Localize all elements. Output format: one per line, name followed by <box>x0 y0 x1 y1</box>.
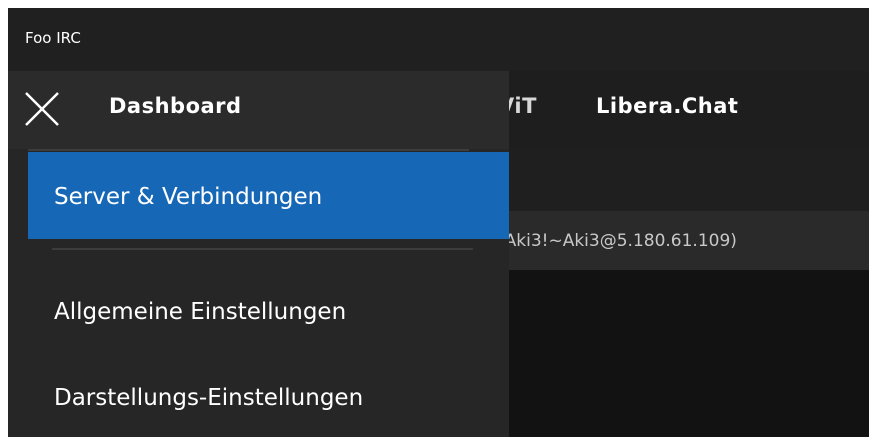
menu-item-label: Server & Verbindungen <box>54 184 323 210</box>
menu-item-label: Darstellungs-Einstellungen <box>54 385 364 411</box>
user-host-text: (Aki3!~Aki3@5.180.61.109) <box>498 231 737 251</box>
menu-divider <box>52 248 473 250</box>
settings-menu-flyout: Dashboard Server & Verbindungen Allgemei… <box>8 71 509 437</box>
menu-title: Dashboard <box>109 94 242 118</box>
menu-item-display-settings[interactable]: Darstellungs-Einstellungen <box>28 355 509 437</box>
close-icon[interactable] <box>22 89 64 131</box>
menu-item-server-connections[interactable]: Server & Verbindungen <box>28 152 509 239</box>
tab-libera-chat[interactable]: Libera.Chat <box>596 94 738 118</box>
header-divider <box>28 149 469 151</box>
menu-header: Dashboard <box>8 71 509 149</box>
title-bar: Foo IRC <box>8 8 869 71</box>
app-window: Foo IRC ViT Libera.Chat (Aki3!~Aki3@5.18… <box>8 8 869 437</box>
menu-item-general-settings[interactable]: Allgemeine Einstellungen <box>28 269 509 355</box>
menu-item-label: Allgemeine Einstellungen <box>54 299 347 325</box>
window-title: Foo IRC <box>25 29 81 47</box>
